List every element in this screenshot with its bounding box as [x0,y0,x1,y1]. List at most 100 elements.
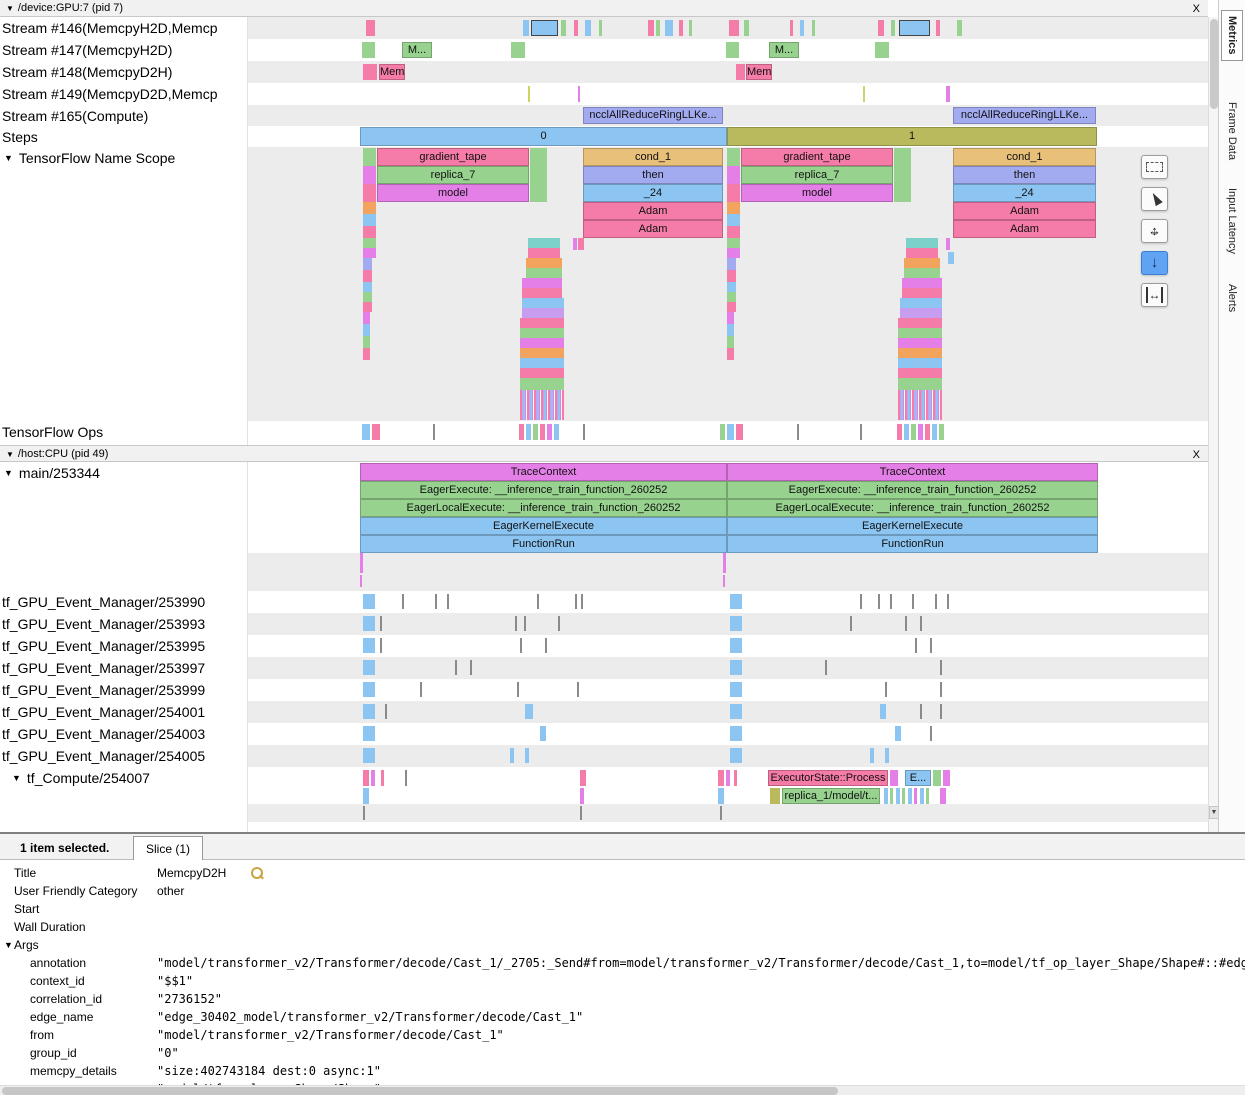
trace-slice[interactable] [930,638,932,653]
trace-slice[interactable]: Mem [379,64,405,80]
track-label[interactable]: ▼TensorFlow Name Scope [0,147,246,169]
trace-slice[interactable] [405,770,407,786]
trace-slice[interactable] [679,20,683,36]
trace-slice[interactable] [727,424,734,440]
trace-slice[interactable] [689,20,692,36]
trace-slice[interactable] [863,86,865,102]
trace-slice[interactable] [730,594,742,609]
trace-slice[interactable]: TraceContext [360,463,727,481]
trace-slice[interactable] [932,424,937,440]
trace-slice[interactable]: model [377,184,529,202]
trace-slice[interactable]: cond_1 [953,148,1096,166]
trace-slice[interactable] [898,368,942,378]
trace-slice[interactable] [526,258,562,268]
trace-slice[interactable] [433,424,435,440]
trace-slice[interactable]: EagerLocalExecute: __inference_train_fun… [360,499,727,517]
trace-slice[interactable] [734,770,737,786]
trace-slice[interactable] [574,20,578,36]
trace-slice[interactable]: TraceContext [727,463,1098,481]
trace-slice[interactable] [363,302,372,312]
trace-slice[interactable]: Adam [953,220,1096,238]
trace-slice[interactable] [520,358,564,368]
trace-slice[interactable] [363,258,372,270]
gpu-process-header[interactable]: ▼/device:GPU:7 (pid 7) X [0,0,1208,17]
collapse-arrow-icon[interactable]: ▼ [6,4,14,13]
trace-slice[interactable] [585,20,591,36]
trace-slice[interactable] [900,308,942,318]
trace-slice[interactable] [525,704,533,719]
trace-slice[interactable] [720,424,725,440]
trace-slice[interactable]: gradient_tape [377,148,529,166]
trace-slice[interactable] [580,806,582,820]
trace-slice[interactable] [575,594,577,609]
cpu-close-button[interactable]: X [1193,447,1200,463]
trace-slice[interactable]: EagerKernelExecute [727,517,1098,535]
trace-slice[interactable] [899,20,930,36]
trace-slice[interactable] [520,390,564,420]
trace-slice[interactable] [363,214,376,226]
trace-slice[interactable] [730,704,742,719]
trace-slice[interactable] [526,424,531,440]
trace-slice[interactable] [363,726,375,741]
trace-slice[interactable] [727,302,736,312]
trace-slice[interactable] [363,148,376,166]
trace-slice[interactable]: _24 [583,184,723,202]
trace-slice[interactable] [797,424,799,440]
trace-slice[interactable]: FunctionRun [727,535,1098,553]
horizontal-scrollbar[interactable] [0,1085,1245,1095]
trace-slice[interactable]: FunctionRun [360,535,727,553]
trace-slice[interactable] [580,770,586,786]
trace-slice[interactable] [363,336,370,348]
trace-slice[interactable] [510,748,514,763]
trace-slice[interactable] [895,726,901,741]
trace-slice[interactable]: then [953,166,1096,184]
trace-slice[interactable] [520,348,564,358]
trace-slice[interactable] [904,258,940,268]
side-tab-input-latency[interactable]: Input Latency [1222,183,1242,259]
trace-slice[interactable] [920,788,924,804]
trace-slice[interactable] [380,616,382,631]
trace-slice[interactable] [890,594,892,609]
trace-slice[interactable] [360,575,362,587]
trace-slice[interactable] [648,20,654,36]
trace-slice[interactable] [770,788,780,804]
trace-slice[interactable] [727,202,740,214]
trace-slice[interactable] [528,238,560,248]
trace-slice[interactable] [554,424,559,440]
trace-slice[interactable] [524,616,526,631]
trace-slice[interactable] [470,660,472,675]
trace-slice[interactable] [925,424,930,440]
trace-slice[interactable] [533,424,538,440]
trace-slice[interactable] [800,20,804,36]
trace-slice[interactable] [891,20,895,36]
trace-slice[interactable] [420,682,422,697]
trace-slice[interactable] [665,20,673,36]
trace-slice[interactable] [940,788,946,804]
trace-slice[interactable] [875,42,889,58]
trace-slice[interactable] [744,20,749,36]
trace-slice[interactable] [885,748,889,763]
trace-slice[interactable]: ExecutorState::Process [768,770,888,786]
trace-slice[interactable] [360,553,363,573]
trace-slice[interactable] [523,20,529,36]
trace-slice[interactable] [894,184,911,202]
trace-slice[interactable] [363,248,376,258]
trace-slice[interactable]: replica_7 [741,166,893,184]
trace-slice[interactable] [870,748,874,763]
trace-slice[interactable] [911,424,916,440]
trace-slice[interactable] [902,288,942,298]
trace-slice[interactable] [940,704,942,719]
trace-slice[interactable] [530,148,547,166]
marquee-tool-button[interactable] [1141,155,1168,179]
trace-slice[interactable]: 0 [360,127,727,146]
trace-slice[interactable]: EagerExecute: __inference_train_function… [360,481,727,499]
trace-slice[interactable] [520,328,564,338]
trace-slice[interactable]: E... [905,770,931,786]
trace-slice[interactable] [890,770,898,786]
trace-slice[interactable] [363,238,376,248]
trace-slice[interactable] [561,20,566,36]
trace-slice[interactable] [936,20,940,36]
trace-slice[interactable] [385,704,387,719]
trace-slice[interactable] [894,166,911,184]
trace-slice[interactable] [860,594,862,609]
